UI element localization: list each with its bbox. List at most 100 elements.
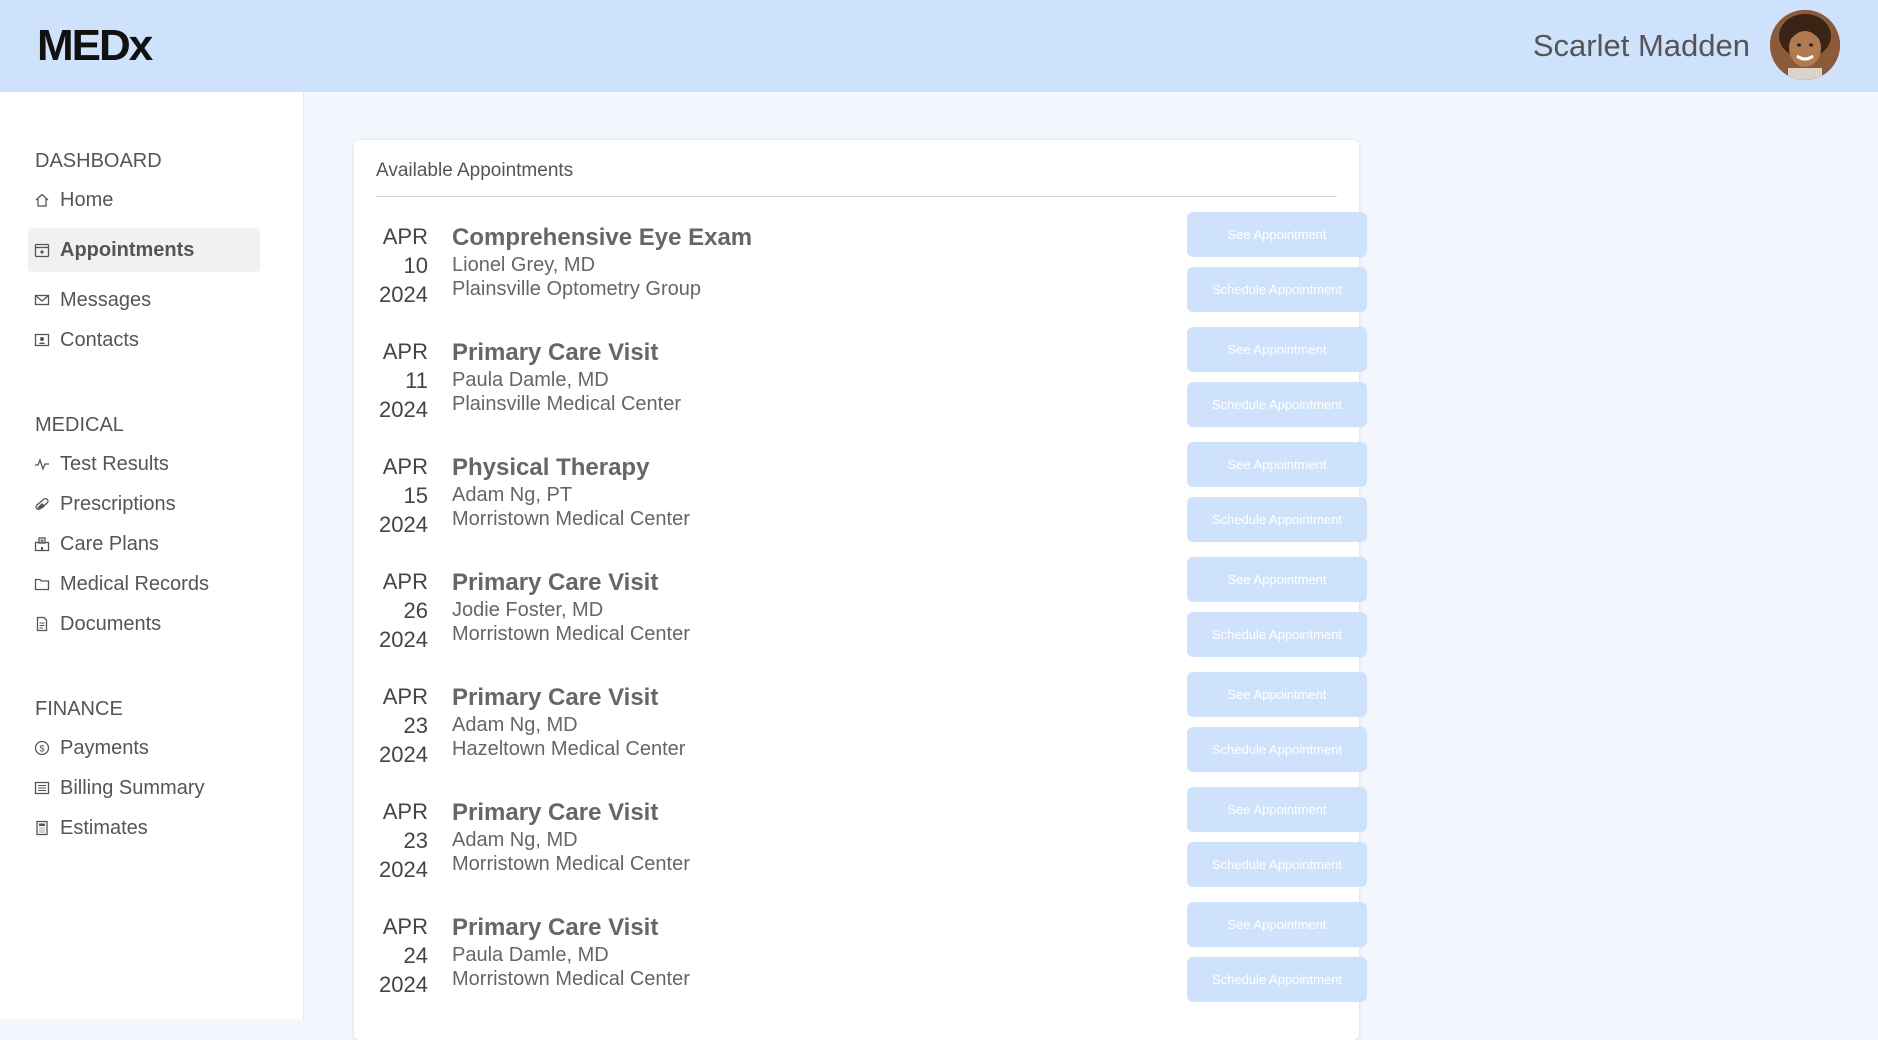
schedule-appointment-button[interactable]: Schedule Appointment — [1187, 382, 1367, 427]
appointment-location: Morristown Medical Center — [452, 508, 690, 530]
appointment-info: Primary Care Visit Adam Ng, MD Morristow… — [452, 798, 690, 876]
see-appointment-button[interactable]: See Appointment — [1187, 672, 1367, 717]
schedule-appointment-button[interactable]: Schedule Appointment — [1187, 497, 1367, 542]
appointment-title: Primary Care Visit — [452, 914, 659, 941]
avatar-image — [1770, 10, 1840, 80]
date-day: 24 — [403, 943, 428, 968]
date-year: 2024 — [379, 857, 428, 882]
appointment-location: Morristown Medical Center — [452, 853, 690, 875]
see-appointment-button[interactable]: See Appointment — [1187, 212, 1367, 257]
date-day: 26 — [403, 598, 428, 623]
see-appointment-button[interactable]: See Appointment — [1187, 787, 1367, 832]
appointment-date: APR 23 2024 — [376, 682, 428, 769]
schedule-appointment-button[interactable]: Schedule Appointment — [1187, 842, 1367, 887]
appointment-row: APR 24 2024 Primary Care Visit Paula Dam… — [376, 902, 1367, 1002]
card-title: Available Appointments — [376, 160, 574, 181]
section-title-finance: FINANCE — [35, 698, 123, 720]
app-logo[interactable]: MEDx — [37, 20, 153, 72]
sidebar-item-label: Medical Records — [60, 572, 209, 595]
sidebar-item-estimates[interactable]: Estimates — [28, 806, 260, 850]
hospital-icon — [34, 536, 50, 552]
appointment-row: APR 10 2024 Comprehensive Eye Exam Lione… — [376, 212, 1367, 312]
appointment-provider: Lionel Grey, MD — [452, 254, 596, 276]
sidebar-item-label: Appointments — [60, 238, 195, 261]
appointments-card: Available Appointments APR 10 2024 Compr… — [354, 140, 1367, 1040]
appointment-provider: Paula Damle, MD — [452, 369, 609, 391]
svg-text:$: $ — [39, 744, 44, 754]
sidebar-item-label: Estimates — [60, 816, 148, 839]
appointment-row: APR 26 2024 Primary Care Visit Jodie Fos… — [376, 557, 1367, 657]
sidebar-item-label: Test Results — [60, 452, 169, 475]
section-title-medical: MEDICAL — [35, 414, 124, 436]
appointment-date: APR 23 2024 — [376, 797, 428, 884]
sidebar-item-appointments[interactable]: Appointments — [28, 228, 260, 272]
sidebar-item-prescriptions[interactable]: Prescriptions — [28, 482, 260, 526]
date-year: 2024 — [379, 972, 428, 997]
sidebar-item-label: Home — [60, 188, 114, 211]
date-month: APR — [382, 224, 428, 249]
receipt-icon — [34, 780, 50, 796]
see-appointment-button[interactable]: See Appointment — [1187, 902, 1367, 947]
appointment-title: Primary Care Visit — [452, 684, 659, 711]
schedule-appointment-button[interactable]: Schedule Appointment — [1187, 957, 1367, 1002]
date-day: 23 — [403, 713, 428, 738]
document-icon — [34, 616, 50, 632]
appointment-info: Primary Care Visit Paula Damle, MD Morri… — [452, 913, 690, 991]
user-name[interactable]: Scarlet Madden — [1533, 26, 1750, 66]
sidebar-item-medical-records[interactable]: Medical Records — [28, 562, 260, 606]
appointment-title: Comprehensive Eye Exam — [452, 224, 753, 251]
sidebar-item-documents[interactable]: Documents — [28, 602, 260, 646]
appointment-row: APR 23 2024 Primary Care Visit Adam Ng, … — [376, 787, 1367, 887]
sidebar-item-payments[interactable]: $ Payments — [28, 726, 260, 770]
appointment-location: Hazeltown Medical Center — [452, 738, 686, 760]
appointment-title: Physical Therapy — [452, 454, 650, 481]
date-month: APR — [382, 454, 428, 479]
sidebar-item-home[interactable]: Home — [28, 178, 260, 222]
appointment-row: APR 23 2024 Primary Care Visit Adam Ng, … — [376, 672, 1367, 772]
appointment-location: Morristown Medical Center — [452, 623, 690, 645]
appointment-date: APR 24 2024 — [376, 912, 428, 999]
date-month: APR — [382, 914, 428, 939]
date-month: APR — [382, 684, 428, 709]
sidebar-item-contacts[interactable]: Contacts — [28, 318, 260, 362]
date-year: 2024 — [379, 627, 428, 652]
date-year: 2024 — [379, 512, 428, 537]
sidebar-item-care-plans[interactable]: Care Plans — [28, 522, 260, 566]
appointment-title: Primary Care Visit — [452, 339, 659, 366]
appointment-info: Physical Therapy Adam Ng, PT Morristown … — [452, 453, 690, 531]
date-year: 2024 — [379, 397, 428, 422]
date-year: 2024 — [379, 282, 428, 307]
appointment-date: APR 15 2024 — [376, 452, 428, 539]
schedule-appointment-button[interactable]: Schedule Appointment — [1187, 267, 1367, 312]
pill-icon — [34, 496, 50, 512]
sidebar-item-label: Payments — [60, 736, 149, 759]
sidebar-item-label: Documents — [60, 612, 162, 635]
appointment-row: APR 11 2024 Primary Care Visit Paula Dam… — [376, 327, 1367, 427]
home-icon — [34, 192, 50, 208]
date-month: APR — [382, 569, 428, 594]
see-appointment-button[interactable]: See Appointment — [1187, 442, 1367, 487]
appointment-location: Morristown Medical Center — [452, 968, 690, 990]
see-appointment-button[interactable]: See Appointment — [1187, 327, 1367, 372]
appointment-date: APR 10 2024 — [376, 222, 428, 309]
schedule-appointment-button[interactable]: Schedule Appointment — [1187, 612, 1367, 657]
sidebar-item-messages[interactable]: Messages — [28, 278, 260, 322]
pulse-icon — [34, 456, 50, 472]
see-appointment-button[interactable]: See Appointment — [1187, 557, 1367, 602]
appointment-provider: Paula Damle, MD — [452, 944, 609, 966]
sidebar-item-label: Messages — [60, 288, 152, 311]
sidebar-item-label: Contacts — [60, 328, 139, 351]
sidebar-item-test-results[interactable]: Test Results — [28, 442, 260, 486]
sidebar-item-label: Care Plans — [60, 532, 159, 555]
calendar-icon — [34, 242, 50, 258]
appointment-info: Comprehensive Eye Exam Lionel Grey, MD P… — [452, 223, 752, 301]
sidebar-item-billing-summary[interactable]: Billing Summary — [28, 766, 260, 810]
schedule-appointment-button[interactable]: Schedule Appointment — [1187, 727, 1367, 772]
calculator-icon — [34, 820, 50, 836]
date-year: 2024 — [379, 742, 428, 767]
appointment-title: Primary Care Visit — [452, 569, 659, 596]
top-bar: MEDx Scarlet Madden — [0, 0, 1878, 92]
appointment-location: Plainsville Optometry Group — [452, 278, 701, 300]
avatar[interactable] — [1770, 10, 1840, 80]
appointment-provider: Adam Ng, PT — [452, 484, 573, 506]
